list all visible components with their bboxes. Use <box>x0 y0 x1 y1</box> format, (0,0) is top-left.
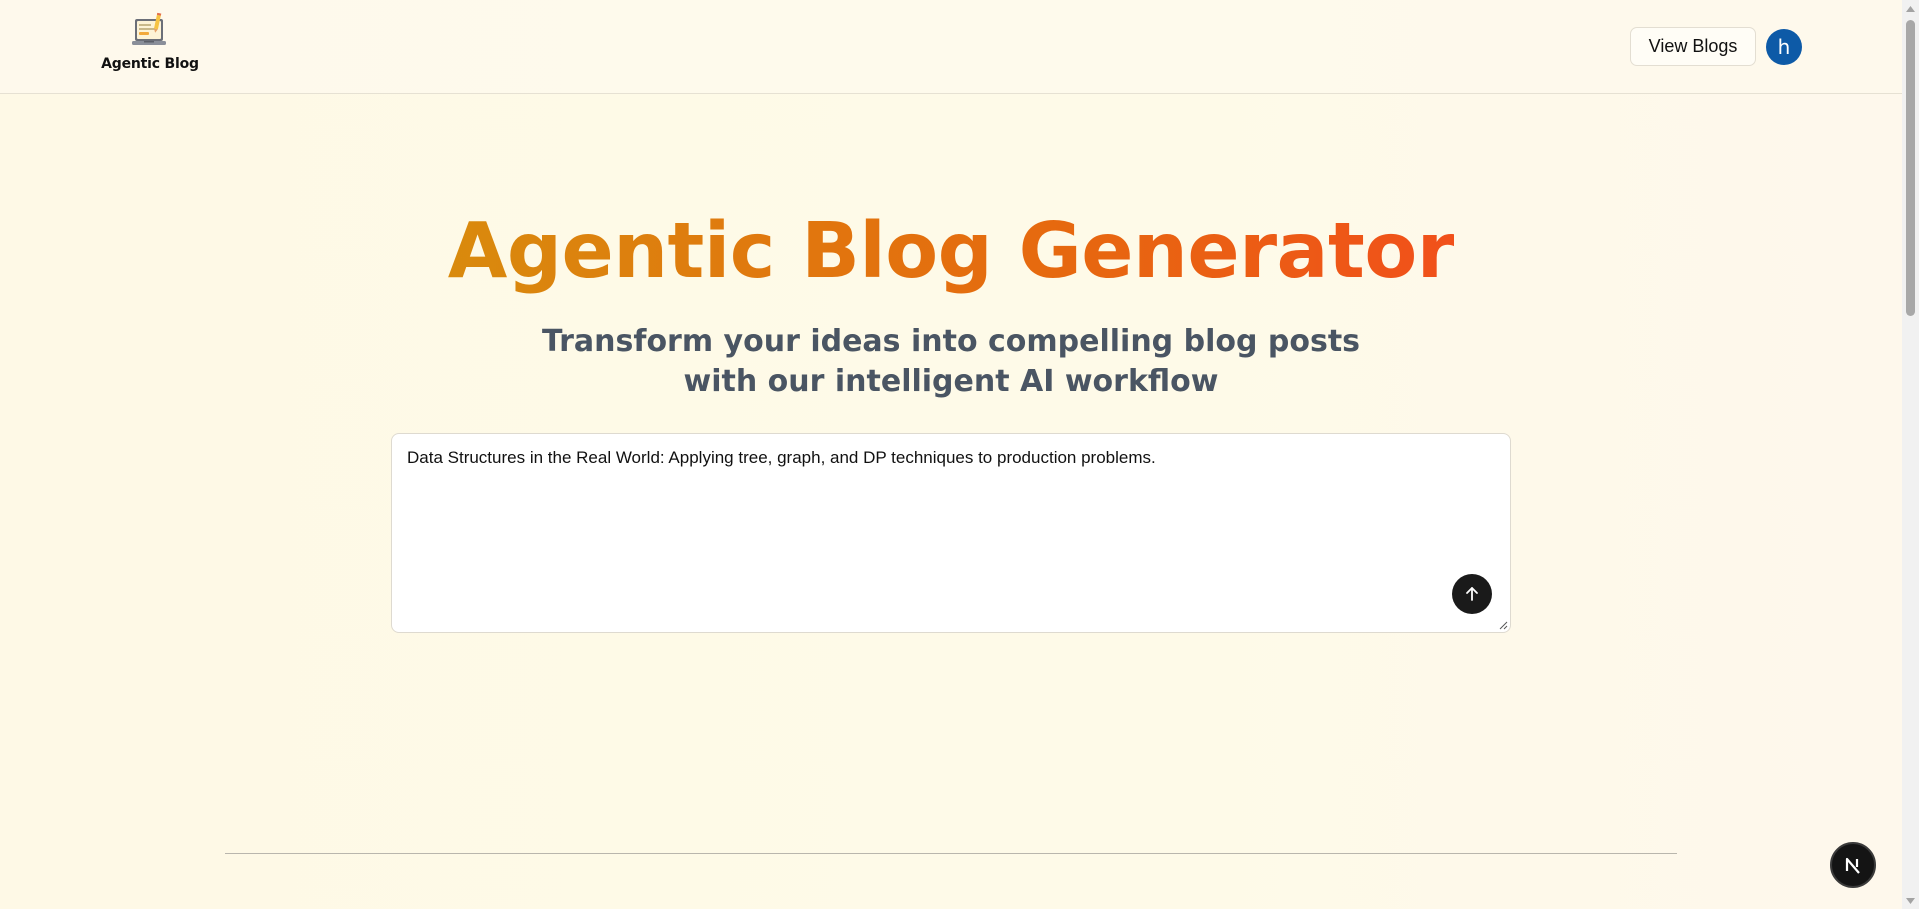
arrow-up-icon <box>1466 587 1478 601</box>
resize-handle-icon[interactable] <box>1498 620 1508 630</box>
subtitle-line-2: with our intelligent AI workflow <box>683 364 1219 399</box>
scroll-down-arrow-icon[interactable] <box>1902 892 1919 909</box>
subtitle-line-1: Transform your ideas into compelling blo… <box>541 324 1361 359</box>
topic-prompt-textarea[interactable]: Data Structures in the Real World: Apply… <box>391 433 1511 633</box>
page-subtitle: Transform your ideas into compelling blo… <box>0 322 1902 402</box>
top-header: Agentic Blog View Blogs h <box>0 0 1902 94</box>
site-logo[interactable]: Agentic Blog <box>101 12 199 82</box>
page: Agentic Blog View Blogs h Agentic Blog G… <box>0 0 1902 909</box>
scroll-up-arrow-icon[interactable] <box>1902 0 1919 17</box>
page-title-text: Agentic Blog Generator <box>447 207 1455 296</box>
view-blogs-button[interactable]: View Blogs <box>1630 27 1756 66</box>
nextjs-dev-badge[interactable] <box>1830 842 1876 888</box>
laptop-pencil-icon <box>132 12 166 45</box>
nextjs-logo-icon <box>1845 857 1860 874</box>
section-divider <box>225 853 1677 854</box>
send-button[interactable] <box>1452 574 1492 614</box>
topic-prompt-value: Data Structures in the Real World: Apply… <box>407 448 1156 467</box>
logo-text: Agentic Blog <box>101 56 199 72</box>
user-avatar[interactable]: h <box>1766 29 1802 65</box>
vertical-scrollbar[interactable] <box>1902 0 1919 909</box>
scrollbar-thumb[interactable] <box>1906 20 1915 316</box>
page-title: Agentic Blog Generator <box>0 206 1902 298</box>
